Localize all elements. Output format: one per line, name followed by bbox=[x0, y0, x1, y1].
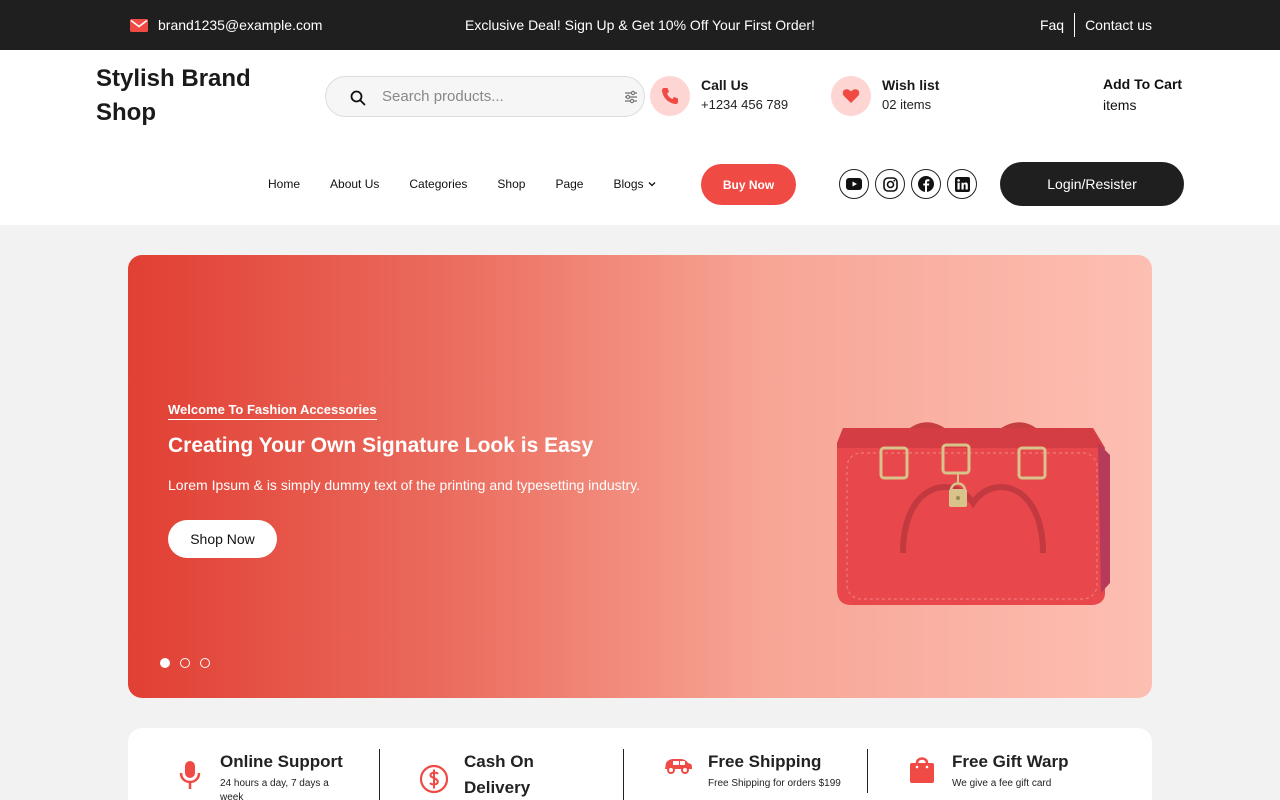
nav-item-blogs-label: Blogs bbox=[613, 177, 644, 191]
brand-logo[interactable]: Stylish Brand Shop bbox=[96, 62, 296, 130]
search-input[interactable] bbox=[382, 77, 612, 116]
mail-icon bbox=[130, 18, 148, 32]
gift-bag-icon bbox=[910, 757, 934, 783]
nav-item-categories[interactable]: Categories bbox=[409, 177, 467, 191]
dollar-icon bbox=[419, 764, 449, 794]
feature-desc: Free Shipping for orders $199 bbox=[708, 778, 841, 789]
handbag-image bbox=[837, 422, 1110, 605]
divider bbox=[623, 749, 624, 800]
nav-item-about-us[interactable]: About Us bbox=[330, 177, 379, 191]
divider bbox=[867, 749, 868, 793]
cart-title: Add To Cart bbox=[1103, 76, 1183, 92]
login-register-button[interactable]: Login/Resister bbox=[1000, 162, 1184, 206]
wish-list[interactable]: Wish list 02 items bbox=[831, 76, 939, 116]
buy-now-button[interactable]: Buy Now bbox=[701, 164, 796, 205]
heart-icon-circle bbox=[831, 76, 871, 116]
hero-description: Lorem Ipsum & is simply dummy text of th… bbox=[168, 477, 641, 493]
facebook-icon[interactable] bbox=[911, 169, 941, 199]
filter-icon[interactable] bbox=[624, 90, 638, 104]
nav-item-home[interactable]: Home bbox=[268, 177, 300, 191]
nav-item-page[interactable]: Page bbox=[555, 177, 583, 191]
search-bar bbox=[325, 76, 645, 117]
email-text: brand1235@example.com bbox=[158, 17, 323, 33]
feature-free-shipping: Free Shipping Free Shipping for orders $… bbox=[662, 749, 841, 791]
divider bbox=[379, 749, 380, 800]
microphone-icon bbox=[179, 761, 201, 789]
feature-online-support: Online Support 24 hours a day, 7 days a … bbox=[174, 749, 343, 800]
slider-dot-1[interactable] bbox=[160, 658, 170, 668]
call-title: Call Us bbox=[701, 77, 749, 93]
main-nav: Home About Us Categories Shop Page Blogs bbox=[268, 177, 686, 191]
feature-cash-on-delivery: Cash On Delivery bbox=[418, 749, 574, 800]
features-strip: Online Support 24 hours a day, 7 days a … bbox=[128, 728, 1152, 800]
hero-eyebrow: Welcome To Fashion Accessories bbox=[168, 402, 377, 420]
feature-title: Free Shipping bbox=[708, 752, 822, 771]
contact-link[interactable]: Contact us bbox=[1085, 17, 1152, 33]
call-us[interactable]: Call Us +1234 456 789 bbox=[650, 76, 788, 116]
slider-dots bbox=[160, 658, 210, 668]
call-number: +1234 456 789 bbox=[701, 97, 789, 112]
nav-item-blogs[interactable]: Blogs bbox=[613, 177, 655, 191]
instagram-icon[interactable] bbox=[875, 169, 905, 199]
feature-title: Free Gift Warp bbox=[952, 752, 1069, 771]
hero-headline: Creating Your Own Signature Look is Easy bbox=[168, 434, 594, 457]
cart-items: items bbox=[1103, 97, 1137, 113]
phone-icon bbox=[662, 88, 678, 104]
top-links: Faq Contact us bbox=[1040, 0, 1152, 50]
divider bbox=[1074, 13, 1076, 37]
slider-dot-2[interactable] bbox=[180, 658, 190, 668]
feature-desc: 24 hours a day, 7 days a week bbox=[220, 778, 329, 800]
search-icon[interactable] bbox=[350, 90, 366, 106]
add-to-cart[interactable]: Add To Cart items bbox=[1103, 74, 1182, 116]
feature-free-gift-warp: Free Gift Warp We give a fee gift card bbox=[906, 749, 1069, 791]
slider-dot-3[interactable] bbox=[200, 658, 210, 668]
phone-icon-circle bbox=[650, 76, 690, 116]
feature-title: Online Support bbox=[220, 752, 343, 771]
feature-title: Cash On Delivery bbox=[464, 752, 534, 797]
nav-item-shop[interactable]: Shop bbox=[497, 177, 525, 191]
faq-link[interactable]: Faq bbox=[1040, 17, 1064, 33]
top-bar: brand1235@example.com Exclusive Deal! Si… bbox=[0, 0, 1280, 50]
heart-icon bbox=[842, 89, 860, 103]
wishlist-count: 02 items bbox=[882, 97, 932, 112]
header: Stylish Brand Shop Call Us +1234 456 789 bbox=[0, 50, 1280, 225]
shop-now-button[interactable]: Shop Now bbox=[168, 520, 277, 558]
wishlist-title: Wish list bbox=[882, 77, 940, 93]
email-contact[interactable]: brand1235@example.com bbox=[130, 0, 322, 50]
car-icon bbox=[665, 759, 692, 774]
social-links bbox=[839, 169, 977, 199]
chevron-down-icon bbox=[648, 182, 655, 187]
feature-desc: We give a fee gift card bbox=[952, 778, 1052, 789]
hero-banner: Welcome To Fashion Accessories Creating … bbox=[128, 255, 1152, 698]
linkedin-icon[interactable] bbox=[947, 169, 977, 199]
youtube-icon[interactable] bbox=[839, 169, 869, 199]
